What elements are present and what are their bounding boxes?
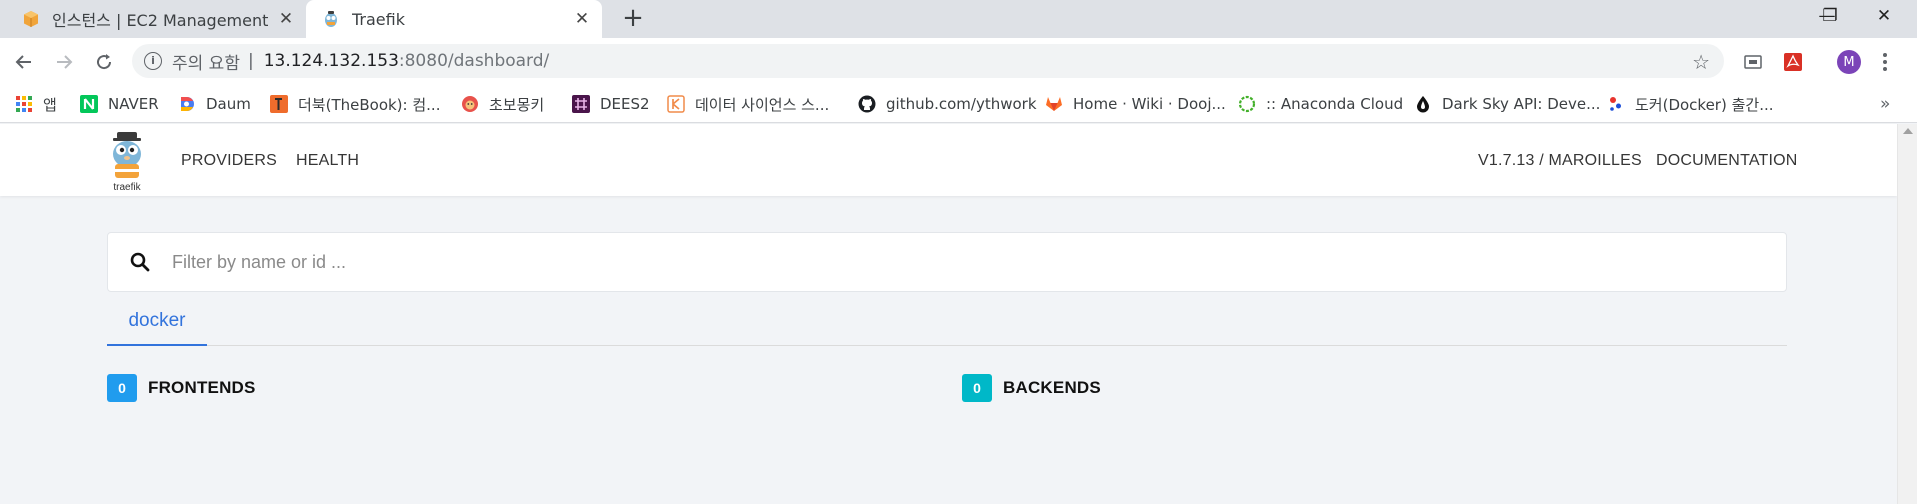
data-science-icon	[667, 95, 685, 113]
search-box	[107, 232, 1787, 292]
bookmark-label: github.com/ythwork	[886, 95, 1037, 113]
tab-ec2-management[interactable]: 인스턴스 | EC2 Management Co ✕	[0, 0, 306, 38]
bookmark-data-science[interactable]: 데이터 사이언스 스...	[667, 94, 829, 114]
bookmark-label: 초보몽키	[489, 95, 545, 114]
search-icon	[130, 252, 150, 272]
bookmark-gitlab[interactable]: Home · Wiki · Dooj...	[1045, 94, 1226, 114]
scroll-up-arrow-icon[interactable]	[1903, 128, 1913, 134]
forward-button[interactable]	[51, 49, 77, 75]
nav-version[interactable]: V1.7.13 / MAROILLES	[1478, 152, 1642, 170]
monkey-icon	[461, 95, 479, 113]
tab-title: Traefik	[352, 9, 405, 29]
browser-toolbar: i 주의 요함 | 13.124.132.153:8080/dashboard/…	[0, 38, 1917, 85]
close-window-button[interactable]: ✕	[1857, 0, 1911, 32]
close-tab-icon[interactable]: ✕	[276, 9, 296, 29]
top-navbar: traefik PROVIDERS HEALTH V1.7.13 / MAROI…	[0, 124, 1897, 196]
tab-traefik[interactable]: Traefik ✕	[306, 0, 602, 38]
bookmark-star-icon[interactable]: ☆	[1692, 50, 1710, 74]
bookmark-dees2[interactable]: DEES2	[572, 94, 650, 114]
slack-icon	[572, 95, 590, 113]
reload-button[interactable]	[91, 49, 117, 75]
bookmark-label: 데이터 사이언스 스...	[695, 95, 830, 114]
back-arrow-icon	[15, 55, 31, 69]
nav-providers[interactable]: PROVIDERS	[181, 152, 277, 170]
url-host: 13.124.132.153	[263, 51, 399, 71]
apps-grid-icon	[15, 95, 33, 113]
nav-health[interactable]: HEALTH	[296, 152, 359, 170]
close-icon: ✕	[1876, 6, 1892, 26]
profile-avatar[interactable]: M	[1837, 50, 1861, 74]
bookmark-label: NAVER	[108, 95, 159, 113]
bookmark-label: Home · Wiki · Dooj...	[1073, 95, 1226, 113]
bookmark-label: Daum	[206, 95, 251, 113]
address-separator: |	[247, 51, 254, 71]
browser-tab-strip: 인스턴스 | EC2 Management Co ✕ Traefik ✕ + —	[0, 0, 1917, 38]
frontends-count-badge: 0	[107, 374, 137, 402]
github-icon	[858, 95, 876, 113]
backends-title: BACKENDS	[1003, 378, 1101, 397]
bookmark-label: Dark Sky API: Deve...	[1442, 95, 1601, 113]
restore-icon: ❐	[1822, 6, 1838, 26]
forward-arrow-icon	[57, 55, 73, 69]
bookmark-label: DEES2	[600, 95, 650, 113]
reload-icon	[97, 54, 112, 70]
gitlab-icon	[1045, 95, 1063, 113]
backends-count-badge: 0	[962, 374, 992, 402]
frontends-title: FRONTENDS	[148, 378, 256, 397]
bookmark-darksky[interactable]: Dark Sky API: Deve...	[1414, 94, 1600, 114]
darksky-icon	[1414, 95, 1432, 113]
bookmark-daum[interactable]: Daum	[178, 94, 251, 114]
bookmark-label: 더북(TheBook): 컴...	[298, 95, 441, 114]
traefik-logo[interactable]: traefik	[107, 132, 147, 193]
bookmark-anaconda[interactable]: :: Anaconda Cloud	[1238, 94, 1403, 114]
traefik-gopher-icon	[113, 132, 141, 178]
pdf-extension-icon[interactable]	[1781, 50, 1805, 74]
bookmarks-bar: 앱 NAVER Daum 더북(TheBook): 컴... 초보몽키 DEES…	[0, 85, 1917, 123]
logo-text: traefik	[113, 182, 141, 193]
info-icon[interactable]: i	[144, 52, 162, 70]
bookmark-docker-book[interactable]: 도커(Docker) 출간...	[1607, 94, 1774, 114]
bookmark-label: :: Anaconda Cloud	[1266, 95, 1404, 113]
backends-section: 0 BACKENDS	[962, 374, 1101, 402]
bookmark-naver[interactable]: NAVER	[80, 94, 159, 114]
bookmark-monkey[interactable]: 초보몽키	[461, 94, 544, 114]
tab-docker[interactable]: docker	[107, 298, 207, 346]
back-button[interactable]	[11, 49, 37, 75]
naver-icon	[80, 95, 98, 113]
more-bookmarks-icon[interactable]: »	[1880, 94, 1890, 114]
traefik-dashboard: traefik PROVIDERS HEALTH V1.7.13 / MAROI…	[0, 124, 1917, 504]
search-input[interactable]	[172, 251, 1672, 273]
close-tab-icon[interactable]: ✕	[572, 9, 592, 29]
bookmark-label: 도커(Docker) 출간...	[1635, 95, 1774, 114]
restore-button[interactable]: ❐	[1803, 0, 1857, 32]
frontends-section: 0 FRONTENDS	[107, 374, 256, 402]
bookmark-label: 앱	[43, 95, 57, 114]
browser-menu-icon[interactable]	[1880, 49, 1890, 75]
nav-documentation[interactable]: DOCUMENTATION	[1656, 152, 1798, 170]
bookmark-github[interactable]: github.com/ythwork	[858, 94, 1037, 114]
thebook-icon	[270, 95, 288, 113]
aws-cube-icon	[22, 10, 40, 28]
url-path: :8080/dashboard/	[398, 51, 550, 71]
address-bar[interactable]: i 주의 요함 | 13.124.132.153:8080/dashboard/…	[132, 44, 1724, 78]
docker-book-icon	[1607, 95, 1625, 113]
traefik-gopher-icon	[322, 10, 340, 28]
security-warning: 주의 요함	[172, 53, 240, 74]
daum-icon	[178, 95, 196, 113]
bookmark-apps[interactable]: 앱	[15, 94, 57, 114]
tab-title: 인스턴스 | EC2 Management Co	[52, 11, 268, 30]
provider-tabs: docker	[107, 298, 1787, 346]
bookmark-thebook[interactable]: 더북(TheBook): 컴...	[270, 94, 440, 114]
page-scrollbar[interactable]	[1897, 124, 1917, 504]
anaconda-icon	[1238, 95, 1256, 113]
cast-extension-icon[interactable]	[1741, 50, 1765, 74]
new-tab-button[interactable]: +	[620, 5, 646, 32]
